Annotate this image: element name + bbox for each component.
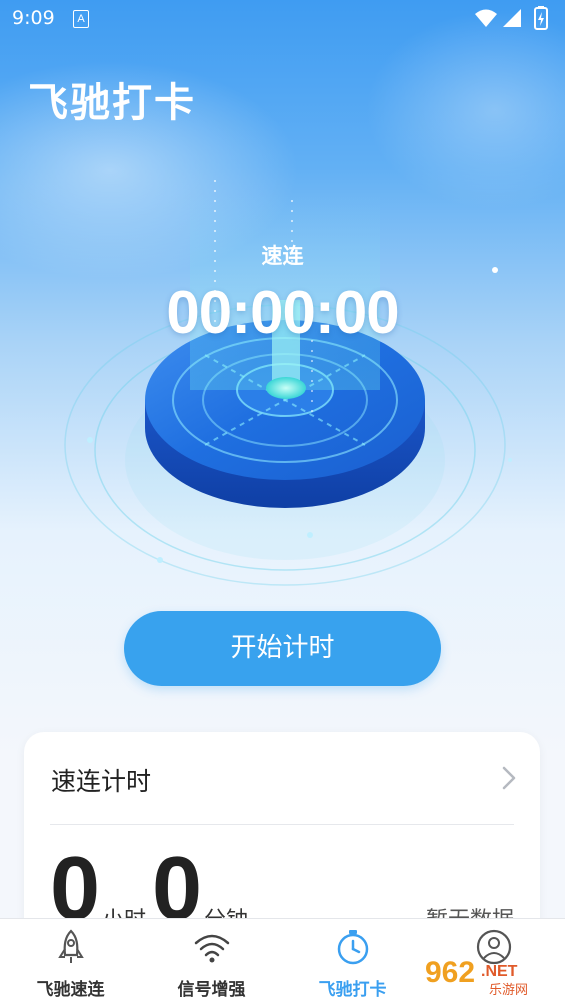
stopwatch-icon <box>337 930 368 965</box>
timer-display: 00:00:00 <box>166 279 399 346</box>
timer-label: 速连 <box>261 244 304 268</box>
watermark-sub: 乐游网 <box>489 983 528 998</box>
tab-label: 信号增强 <box>177 980 246 1000</box>
tab-punch-card[interactable]: 飞驰打卡 <box>282 919 423 1005</box>
wifi-icon <box>194 934 229 963</box>
status-bar: 9:09 A <box>0 0 565 38</box>
start-timer-button[interactable]: 开始计时 <box>124 611 441 686</box>
tab-label: 飞驰速连 <box>36 980 105 1000</box>
signal-icon <box>503 9 521 27</box>
watermark-number: 962 <box>425 956 475 989</box>
timer-disc-illustration <box>64 180 512 586</box>
tab-label: 飞驰打卡 <box>318 980 387 1000</box>
chevron-right-icon[interactable] <box>502 766 516 790</box>
wifi-status-icon <box>475 9 497 27</box>
status-icons <box>475 6 548 30</box>
tab-signal-boost[interactable]: 信号增强 <box>141 919 282 1005</box>
watermark-logo: 962 .NET 乐游网 <box>425 956 528 998</box>
card-divider <box>50 824 514 825</box>
rocket-icon <box>57 929 84 963</box>
notification-icon: A <box>73 10 89 28</box>
tab-speed-connect[interactable]: 飞驰速连 <box>0 919 141 1005</box>
status-time: 9:09 <box>12 7 55 29</box>
card-title: 速连计时 <box>51 767 152 796</box>
watermark-suffix: .NET <box>481 963 518 980</box>
page-title: 飞驰打卡 <box>28 80 196 126</box>
